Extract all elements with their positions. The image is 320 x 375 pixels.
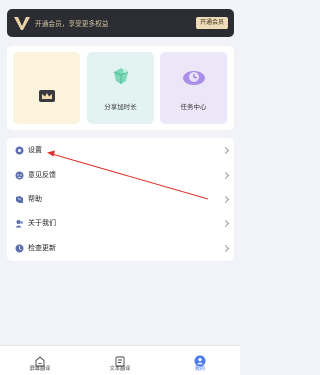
chevron-right-icon [221,146,230,154]
menu-item-check-update[interactable]: 检查更新 [7,236,234,260]
menu-item-about-us[interactable]: 关于我们 [7,211,234,235]
settings-icon [15,146,24,155]
menu-list: 设置 意见反馈 帮助 关于我们 检查更新 [7,138,234,261]
menu-item-settings[interactable]: 设置 [7,138,234,162]
chevron-right-icon [221,219,230,227]
feedback-icon [15,171,24,180]
share-card[interactable]: 分享加时长 [87,52,154,124]
vip-v-logo-icon [12,14,32,32]
menu-item-label: 关于我们 [28,219,56,227]
menu-item-label: 帮助 [28,195,42,203]
tab-label: 我的 [194,366,206,372]
menu-item-label: 意见反馈 [28,171,56,179]
task-center-label: 任务中心 [180,103,207,111]
task-center-card[interactable]: 任务中心 [160,52,227,124]
about-us-icon [15,219,24,228]
chevron-right-icon [221,171,230,179]
open-membership-button[interactable]: 开通会员 [195,17,228,29]
menu-item-label: 检查更新 [28,244,56,252]
chevron-right-icon [221,195,230,203]
task-clock-icon [182,68,206,90]
tab-label: 屏幕翻译 [29,366,51,372]
share-card-label: 分享加时长 [104,103,137,111]
crown-card-icon [38,88,56,107]
menu-item-help[interactable]: 帮助 [7,187,234,211]
share-gem-icon [111,66,131,90]
tab-label: 文本翻译 [109,366,131,372]
tab-text-translate[interactable]: 文本翻译 [90,350,150,374]
help-icon [15,195,24,204]
check-update-icon [15,244,24,253]
bottom-tab-bar: 屏幕翻译 文本翻译 我的 [0,345,240,375]
feature-cards-panel: 分享加时长 任务中心 [7,46,234,130]
vip-promo-text: 开通会员，享受更多权益 [35,20,109,28]
chevron-right-icon [221,244,230,252]
menu-item-label: 设置 [28,146,42,154]
tab-profile[interactable]: 我的 [170,350,230,374]
vip-banner[interactable]: 开通会员，享受更多权益 开通会员 [7,9,234,37]
menu-item-feedback[interactable]: 意见反馈 [7,163,234,187]
vip-crown-card[interactable] [13,52,80,124]
tab-screen-translate[interactable]: 屏幕翻译 [10,350,70,374]
